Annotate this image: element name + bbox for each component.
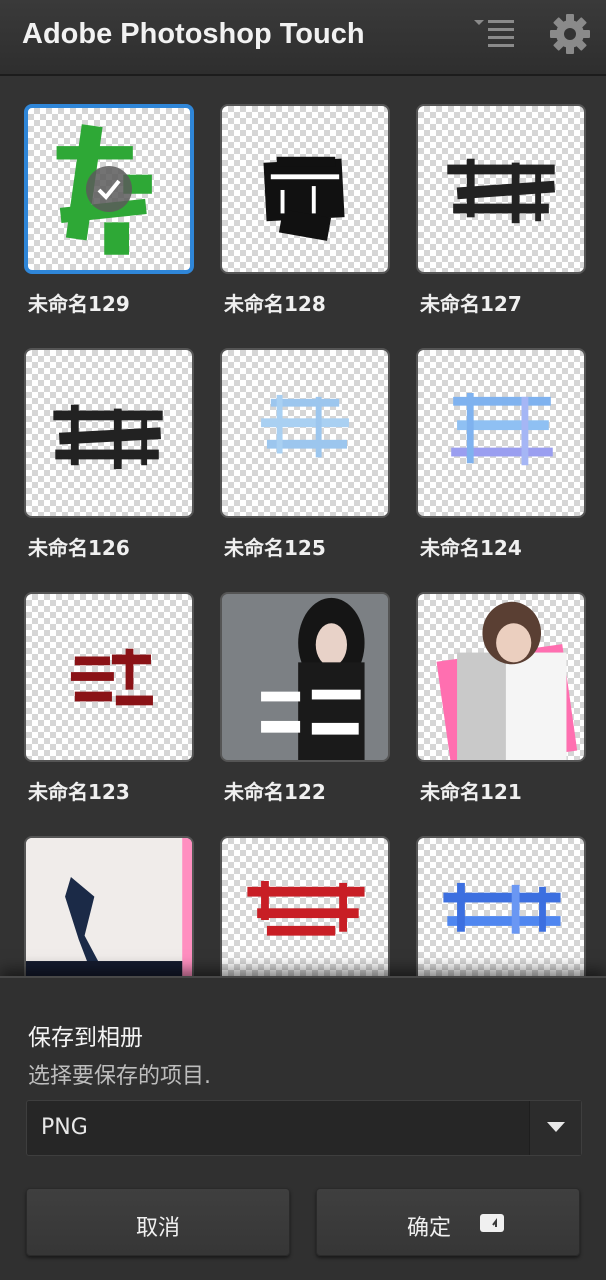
menu-list-icon[interactable] bbox=[472, 18, 516, 52]
project-thumbnail[interactable] bbox=[24, 348, 194, 518]
cancel-button[interactable]: 取消 bbox=[26, 1188, 290, 1256]
project-name: 未命名127 bbox=[420, 292, 522, 316]
project-name: 未命名123 bbox=[28, 780, 130, 804]
sheet-title: 保存到相册 bbox=[28, 1025, 143, 1051]
cancel-label: 取消 bbox=[135, 1216, 180, 1241]
sheet-subtitle: 选择要保存的项目. bbox=[28, 1064, 211, 1089]
project-name: 未命名121 bbox=[420, 780, 522, 804]
project-thumbnail[interactable] bbox=[24, 104, 194, 274]
format-select[interactable]: PNG bbox=[26, 1100, 582, 1156]
confirm-label: 确定 bbox=[407, 1216, 452, 1241]
project-thumbnail[interactable] bbox=[220, 104, 390, 274]
app-title: Adobe Photoshop Touch bbox=[22, 18, 365, 50]
project-thumbnail[interactable] bbox=[220, 348, 390, 518]
project-name: 未命名126 bbox=[28, 536, 130, 560]
format-value: PNG bbox=[41, 1115, 88, 1140]
selected-check-icon bbox=[86, 166, 132, 212]
project-thumbnail[interactable] bbox=[220, 592, 390, 762]
project-name: 未命名129 bbox=[28, 292, 130, 316]
project-name: 未命名122 bbox=[224, 780, 326, 804]
confirm-button[interactable]: 确定 bbox=[316, 1188, 580, 1256]
gear-icon[interactable] bbox=[548, 12, 592, 56]
project-thumbnail[interactable] bbox=[416, 104, 586, 274]
chevron-down-icon bbox=[547, 1122, 565, 1132]
project-name: 未命名124 bbox=[420, 536, 522, 560]
app-header: Adobe Photoshop Touch bbox=[0, 0, 606, 76]
project-thumbnail[interactable] bbox=[24, 592, 194, 762]
album-icon bbox=[480, 1214, 504, 1232]
project-thumbnail[interactable] bbox=[416, 348, 586, 518]
dropdown-button[interactable] bbox=[529, 1101, 581, 1155]
project-name: 未命名128 bbox=[224, 292, 326, 316]
save-to-album-sheet: 保存到相册 选择要保存的项目. PNG 取消 确定 bbox=[0, 976, 606, 1280]
project-name: 未命名125 bbox=[224, 536, 326, 560]
project-thumbnail[interactable] bbox=[416, 592, 586, 762]
